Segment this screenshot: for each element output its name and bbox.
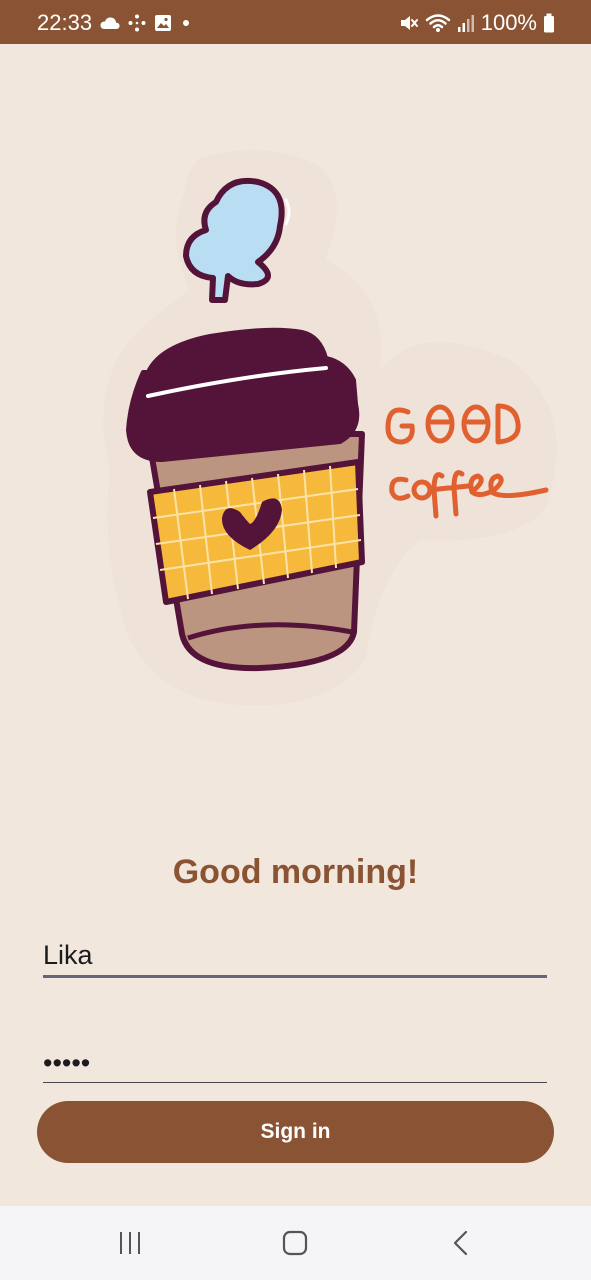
image-icon (155, 15, 171, 31)
home-icon (282, 1230, 308, 1256)
status-notification-icons (100, 12, 192, 34)
dot-icon (183, 20, 189, 26)
sign-in-button[interactable]: Sign in (37, 1101, 554, 1163)
battery-percentage: 100% (480, 10, 537, 35)
recent-apps-button[interactable] (110, 1223, 150, 1263)
cloud-icon (100, 17, 120, 29)
dots-icon (128, 14, 146, 32)
password-field[interactable] (43, 1044, 547, 1083)
status-time: 22:33 (37, 10, 93, 35)
system-navigation-bar (0, 1206, 591, 1280)
back-icon (453, 1230, 468, 1256)
signal-icon (457, 15, 474, 32)
back-button[interactable] (441, 1223, 481, 1263)
status-system-icons: 100% (399, 10, 555, 36)
mute-icon (400, 16, 418, 30)
home-button[interactable] (275, 1223, 315, 1263)
recent-apps-icon (120, 1232, 140, 1254)
wifi-icon (425, 14, 450, 32)
status-bar: 22:33 100% (0, 0, 591, 44)
greeting-title: Good morning! (172, 853, 419, 891)
username-field[interactable] (43, 936, 547, 978)
coffee-cup-illustration (103, 150, 557, 706)
battery-icon (544, 13, 554, 33)
